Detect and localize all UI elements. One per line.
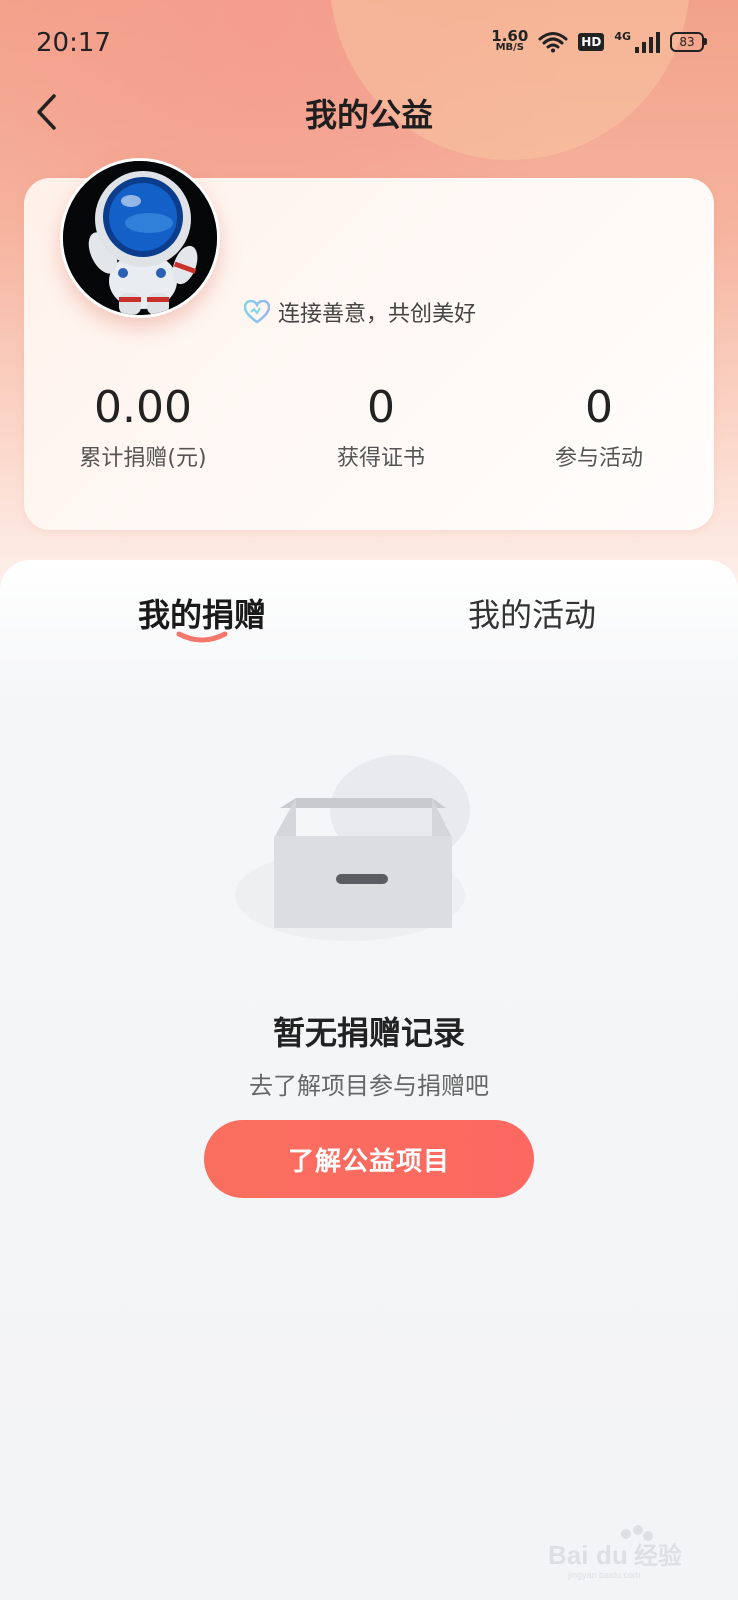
stat-activities[interactable]: 0 参与活动 — [484, 382, 714, 472]
signal-icon — [635, 31, 660, 53]
tab-indicator — [176, 631, 228, 643]
learn-projects-button[interactable]: 了解公益项目 — [204, 1120, 534, 1198]
svg-text:jingyan.baidu.com: jingyan.baidu.com — [567, 1570, 641, 1580]
empty-box-icon — [235, 755, 470, 941]
battery-icon: 83 — [670, 32, 707, 52]
content-panel: 我的捐赠 我的活动 暂无捐赠记录 去了解项目参与捐赠吧 了解公益项目 — [0, 560, 738, 1600]
astronaut-avatar-image — [63, 161, 217, 315]
stat-total-donation[interactable]: 0.00 累计捐赠(元) — [28, 382, 258, 472]
svg-text:经验: 经验 — [634, 1542, 682, 1570]
stat-label: 参与活动 — [554, 446, 643, 471]
wifi-icon — [538, 32, 568, 53]
stat-label: 累计捐赠(元) — [79, 446, 207, 471]
network-speed: 1.60 MB/S — [491, 27, 529, 54]
stat-label: 获得证书 — [336, 446, 425, 471]
network-type: 4G — [614, 30, 631, 43]
nav-bar: 我的公益 — [0, 80, 738, 144]
page-title: 我的公益 — [304, 96, 433, 134]
empty-title: 暂无捐赠记录 — [272, 1014, 465, 1052]
status-icons: 1.60 MB/S HD 4G 83 — [491, 27, 707, 54]
stats-row: 0.00 累计捐赠(元) 0 获得证书 0 参与活动 — [24, 382, 714, 482]
empty-subtitle: 去了解项目参与捐赠吧 — [249, 1072, 489, 1100]
speed-value: 1.60 — [491, 27, 529, 45]
status-time: 20:17 — [36, 28, 111, 58]
stat-value: 0.00 — [94, 382, 192, 433]
stat-certificates[interactable]: 0 获得证书 — [266, 382, 496, 472]
heart-icon — [244, 300, 270, 324]
baidu-jingyan-watermark: Bai du 经验 jingyan.baidu.com — [548, 1525, 682, 1580]
avatar[interactable] — [60, 158, 220, 318]
battery-level: 83 — [679, 35, 695, 49]
slogan: 连接善意，共创美好 — [244, 296, 476, 328]
speed-unit: MB/S — [495, 42, 524, 53]
status-bar: 20:17 1.60 MB/S HD 4G 83 — [0, 0, 738, 90]
svg-text:Bai: Bai — [548, 1540, 588, 1570]
slogan-text: 连接善意，共创美好 — [278, 302, 477, 327]
tab-my-activities[interactable]: 我的活动 — [468, 590, 596, 636]
stat-value: 0 — [585, 382, 613, 433]
stat-value: 0 — [367, 382, 395, 433]
svg-text:du: du — [596, 1540, 628, 1570]
hd-icon: HD — [578, 33, 605, 51]
